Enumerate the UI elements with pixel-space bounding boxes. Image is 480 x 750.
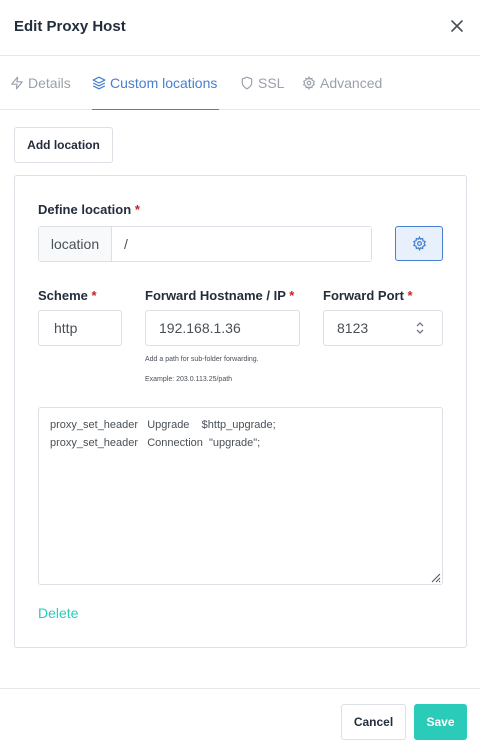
tab-custom-locations-label: Custom locations — [110, 74, 218, 91]
forward-port-value: 8123 — [337, 320, 369, 336]
location-prefix: location — [39, 227, 112, 261]
delete-location-link[interactable]: Delete — [38, 605, 78, 621]
close-icon[interactable] — [447, 16, 467, 36]
tab-custom-locations[interactable]: Custom locations — [92, 56, 220, 110]
location-input-group: location — [38, 226, 372, 262]
scheme-input[interactable]: http — [38, 310, 122, 346]
tab-advanced[interactable]: Advanced — [302, 56, 382, 110]
modal-title: Edit Proxy Host — [14, 18, 126, 35]
advanced-config-textarea[interactable]: proxy_set_header Upgrade $http_upgrade; … — [38, 407, 443, 585]
required-mark: * — [289, 288, 295, 303]
scheme-label: Scheme * — [38, 288, 97, 303]
config-line: proxy_set_header Upgrade $http_upgrade; — [50, 419, 276, 431]
modal-footer — [0, 688, 480, 750]
location-path-input[interactable] — [112, 227, 371, 261]
hostname-example-text: Example: 203.0.113.25/path — [145, 376, 233, 383]
tab-details-label: Details — [28, 75, 71, 91]
gear-icon — [412, 236, 426, 251]
bolt-icon — [11, 76, 23, 90]
tab-bar: Details Custom locations SSL Advanced — [0, 56, 480, 110]
tab-ssl[interactable]: SSL — [240, 56, 284, 110]
define-location-label: Define location * — [38, 202, 140, 217]
required-mark: * — [407, 288, 413, 303]
cancel-button[interactable]: Cancel — [341, 704, 406, 740]
forward-port-label: Forward Port * — [323, 288, 413, 303]
tab-details[interactable]: Details — [10, 56, 71, 110]
required-mark: * — [91, 288, 97, 303]
forward-port-input[interactable]: 8123 — [323, 310, 443, 346]
location-settings-button[interactable] — [395, 226, 443, 261]
gear-icon — [302, 76, 316, 90]
tab-advanced-label: Advanced — [320, 75, 383, 91]
number-spinner-icon[interactable] — [415, 320, 425, 336]
tab-ssl-label: SSL — [258, 75, 285, 91]
save-button[interactable]: Save — [414, 704, 467, 740]
resize-handle-icon[interactable] — [429, 571, 441, 583]
add-location-button[interactable]: Add location — [14, 127, 113, 163]
layers-icon — [92, 76, 106, 89]
hostname-help-text: Add a path for sub-folder forwarding. — [145, 356, 259, 363]
forward-hostname-input[interactable]: 192.168.1.36 — [145, 310, 300, 346]
shield-icon — [241, 76, 253, 90]
config-line: proxy_set_header Connection "upgrade"; — [50, 437, 261, 449]
forward-hostname-label: Forward Hostname / IP * — [145, 288, 295, 303]
required-mark: * — [134, 202, 140, 217]
